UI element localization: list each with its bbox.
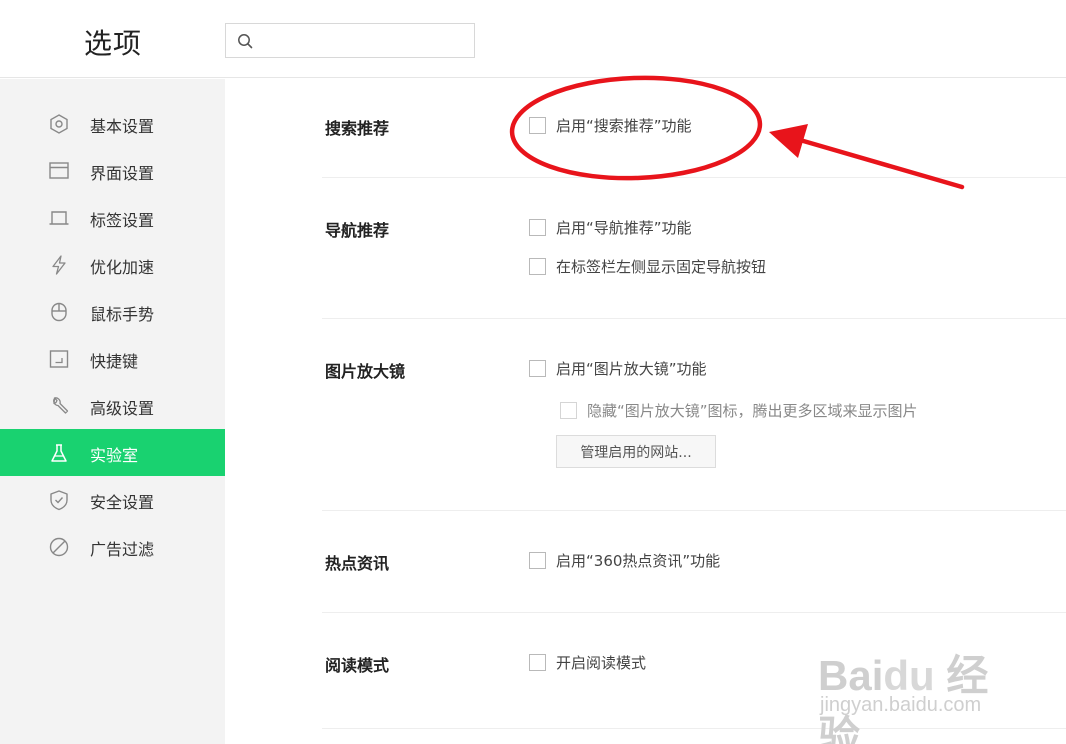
divider [322,177,1066,178]
hexagon-icon [50,114,68,134]
sidebar-item-mouse-gesture[interactable]: 鼠标手势 [0,288,225,335]
checkbox[interactable] [529,654,546,671]
manage-sites-button[interactable]: 管理启用的网站... [556,435,716,468]
wrench-icon [53,397,69,414]
sidebar-item-label: 安全设置 [90,493,155,512]
option-label: 开启阅读模式 [556,654,647,672]
divider [322,318,1066,319]
option-enable-image-magnifier[interactable]: 启用“图片放大镜”功能 [529,358,707,379]
lightning-icon [52,255,66,275]
sidebar-item-basic[interactable]: 基本设置 [0,100,225,147]
mouse-icon [51,302,67,322]
tab-icon [49,211,69,225]
sidebar-item-label: 标签设置 [90,211,155,230]
watermark-logo: Baidu 经验 [818,652,989,744]
block-icon [49,537,69,557]
section-title-hot-news: 热点资讯 [325,554,390,573]
section-title-image-magnifier: 图片放大镜 [325,362,406,381]
checkbox[interactable] [529,258,546,275]
search-icon [238,34,253,49]
option-hide-magnifier-icon[interactable]: 隐藏“图片放大镜”图标，腾出更多区域来显示图片 [560,400,918,421]
option-label: 启用“导航推荐”功能 [556,219,692,237]
option-show-fixed-nav-button[interactable]: 在标签栏左侧显示固定导航按钮 [529,256,766,277]
search-input[interactable] [260,28,465,53]
option-enable-reading-mode[interactable]: 开启阅读模式 [529,652,646,673]
sidebar-item-tabs[interactable]: 标签设置 [0,194,225,241]
checkbox[interactable] [529,117,546,134]
checkbox[interactable] [529,360,546,377]
flask-icon [51,444,67,462]
sidebar-item-advanced[interactable]: 高级设置 [0,382,225,429]
checkbox[interactable] [560,402,577,419]
checkbox[interactable] [529,552,546,569]
page-title: 选项 [84,27,143,60]
sidebar-item-security[interactable]: 安全设置 [0,476,225,523]
baidu-watermark: Baidu 经验 jingyan.baidu.com [812,628,1012,744]
sidebar-item-shortcuts[interactable]: 快捷键 [0,335,225,382]
sidebar-item-adblock[interactable]: 广告过滤 [0,523,225,570]
divider [322,510,1066,511]
option-enable-nav-recommend[interactable]: 启用“导航推荐”功能 [529,217,692,238]
watermark-url: jingyan.baidu.com [820,694,982,716]
checkbox[interactable] [529,219,546,236]
sidebar-item-lab[interactable]: 实验室 [0,429,225,476]
sidebar-item-label: 优化加速 [90,258,155,277]
shield-icon [50,490,68,511]
section-title-nav-recommend: 导航推荐 [325,221,390,240]
option-label: 启用“搜索推荐”功能 [556,117,692,135]
section-title-reading-mode: 阅读模式 [325,656,390,675]
search-box[interactable] [225,23,475,58]
divider [322,612,1066,613]
annotation-arrow-line [797,137,965,190]
keyboard-icon [49,350,69,368]
header: 选项 [0,0,1066,78]
sidebar-item-label: 界面设置 [90,164,155,183]
sidebar-item-interface[interactable]: 界面设置 [0,147,225,194]
option-label: 启用“360热点资讯”功能 [556,552,721,570]
option-enable-search-recommend[interactable]: 启用“搜索推荐”功能 [529,115,692,136]
sidebar-item-label: 鼠标手势 [90,305,155,324]
option-label: 在标签栏左侧显示固定导航按钮 [556,258,767,276]
option-enable-hot-news[interactable]: 启用“360热点资讯”功能 [529,550,720,571]
option-label: 启用“图片放大镜”功能 [556,360,707,378]
section-title-search-recommend: 搜索推荐 [325,119,390,138]
annotation-arrow-head [769,124,808,158]
option-label: 隐藏“图片放大镜”图标，腾出更多区域来显示图片 [587,402,918,420]
window-icon [49,162,69,179]
sidebar: 基本设置 界面设置 标签设置 优化加速 鼠标手势 快捷键 高级设置 实验室 安全… [0,79,225,744]
sidebar-item-optimize[interactable]: 优化加速 [0,241,225,288]
sidebar-item-label: 基本设置 [90,117,155,136]
sidebar-item-label: 实验室 [90,446,139,465]
sidebar-item-label: 广告过滤 [90,540,155,559]
sidebar-item-label: 快捷键 [90,352,139,371]
sidebar-item-label: 高级设置 [90,399,155,418]
